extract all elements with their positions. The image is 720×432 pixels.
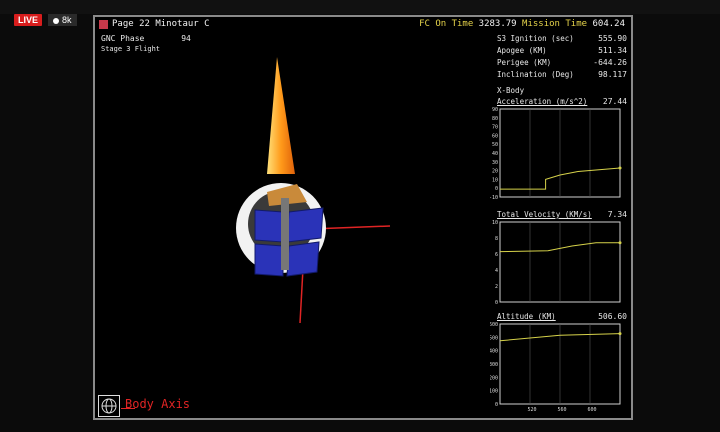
param-row: Perigee (KM) -644.26 <box>497 58 627 70</box>
gnc-phase: GNC Phase 94 <box>101 34 191 43</box>
browser-top-bar <box>0 0 720 14</box>
y-tick-label: 8 <box>495 236 498 242</box>
x-tick-label: 520 <box>527 407 536 413</box>
x-body-label: X-Body <box>497 86 525 95</box>
y-tick-label: 200 <box>490 375 498 381</box>
mission-time-label: Mission Time <box>522 19 588 29</box>
solar-panel-bottom-right <box>286 241 320 277</box>
altitude-chart: 600 500 400 300 200 100 0 520 560 600 <box>490 322 622 413</box>
fc-on-time-label: FC On Time <box>419 19 474 29</box>
y-tick-label: 0 <box>495 300 498 306</box>
y-tick-label: 300 <box>490 362 498 368</box>
y-tick-label: 400 <box>490 349 498 355</box>
viewer-count-value: 8k <box>62 15 72 25</box>
y-tick-label: 10 <box>492 177 498 183</box>
spacecraft-core <box>281 198 289 270</box>
y-tick-label: 600 <box>490 322 498 328</box>
y-tick-label: 10 <box>492 220 498 226</box>
page-icon <box>99 20 108 29</box>
trace-current-point <box>618 166 622 170</box>
y-tick-label: 30 <box>492 160 498 166</box>
trace-current-point <box>618 332 622 336</box>
flight-parameters: S3 Ignition (sec) 555.90 Apogee (KM) 511.3… <box>497 34 627 82</box>
mission-time-value: 604.24 <box>592 19 625 29</box>
y-tick-label: 6 <box>495 252 498 258</box>
live-badge: LIVE <box>14 14 43 26</box>
param-value: 511.34 <box>598 46 627 55</box>
stage-status: Stage 3 Flight <box>101 45 161 53</box>
y-tick-label: 2 <box>495 284 498 290</box>
param-label: Perigee (KM) <box>497 58 552 67</box>
mission-clock: FC On Time 3283.79 Mission Time 604.24 <box>419 19 625 29</box>
trace-current-point <box>618 241 622 245</box>
y-tick-label: -10 <box>490 195 498 201</box>
x-tick-label: 600 <box>587 407 596 413</box>
param-value: 98.117 <box>598 70 627 79</box>
globe-icon[interactable] <box>98 395 120 417</box>
solar-panel-left <box>254 209 284 243</box>
person-icon <box>53 17 59 24</box>
viewer-count: 8k <box>48 14 77 26</box>
gnc-phase-label: GNC Phase <box>101 34 145 43</box>
y-tick-label: 4 <box>495 268 498 274</box>
y-tick-label: 100 <box>490 389 498 395</box>
y-tick-label: 70 <box>492 125 498 131</box>
param-row: Inclination (Deg) 98.117 <box>497 70 627 82</box>
y-tick-label: 80 <box>492 116 498 122</box>
y-tick-label: 500 <box>490 335 498 341</box>
param-label: Apogee (KM) <box>497 46 547 55</box>
page-title: Page 22 Minotaur C <box>112 19 210 29</box>
param-label: S3 Ignition (sec) <box>497 34 574 43</box>
x-tick-label: 560 <box>557 407 566 413</box>
gnc-phase-value: 94 <box>181 34 191 43</box>
param-row: S3 Ignition (sec) 555.90 <box>497 34 627 46</box>
acceleration-chart: 90 80 70 60 50 40 30 20 10 0 -10 <box>490 107 622 201</box>
y-tick-label: 20 <box>492 169 498 175</box>
param-label: Inclination (Deg) <box>497 70 574 79</box>
param-row: Apogee (KM) 511.34 <box>497 46 627 58</box>
body-axis-label: Body Axis <box>125 397 191 411</box>
solar-panel-bottom-left <box>254 243 284 277</box>
velocity-chart: 10 8 6 4 2 0 <box>492 220 622 306</box>
y-tick-label: 0 <box>495 186 498 192</box>
param-value: -644.26 <box>593 58 627 67</box>
y-tick-label: 0 <box>495 402 498 408</box>
y-tick-label: 50 <box>492 142 498 148</box>
plume-flame <box>267 57 295 174</box>
y-tick-label: 90 <box>492 107 498 113</box>
param-value: 555.90 <box>598 34 627 43</box>
solar-panel-right <box>286 207 324 243</box>
y-tick-label: 40 <box>492 151 498 157</box>
fc-on-time-value: 3283.79 <box>478 19 517 29</box>
vehicle-view <box>236 57 391 324</box>
y-tick-label: 60 <box>492 133 498 139</box>
globe-glyph <box>101 398 117 414</box>
telemetry-display: Page 22 Minotaur C FC On Time 3283.79 Mi… <box>93 15 633 420</box>
